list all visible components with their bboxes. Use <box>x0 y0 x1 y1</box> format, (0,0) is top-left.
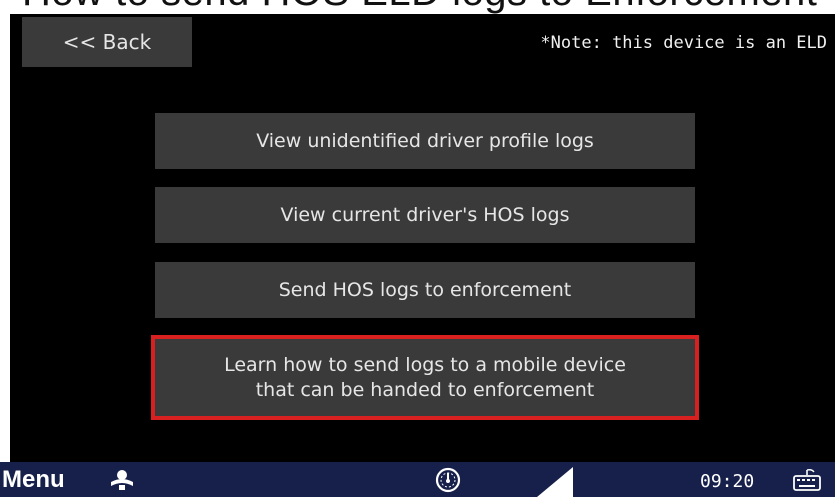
driver-status-icon[interactable] <box>108 466 136 493</box>
taskbar-menu-button[interactable]: Menu <box>2 462 65 497</box>
learn-mobile-device-button[interactable]: Learn how to send logs to a mobile devic… <box>151 335 699 420</box>
back-button[interactable]: << Back <box>22 17 192 67</box>
device-screen: << Back *Note: this device is an ELD Vie… <box>10 14 835 462</box>
clock: 09:20 <box>700 471 755 492</box>
learn-button-line-2: that can be handed to enforcement <box>255 378 595 401</box>
keyboard-icon[interactable] <box>790 466 824 493</box>
speedometer-icon[interactable] <box>433 466 463 493</box>
eld-note: *Note: this device is an ELD <box>540 33 827 53</box>
taskbar: Menu 09:20 <box>0 462 835 497</box>
caption-strip: How to send HOS ELD logs to Enforcement <box>0 0 835 14</box>
caption-text: How to send HOS ELD logs to Enforcement <box>22 0 817 14</box>
learn-button-line-1: Learn how to send logs to a mobile devic… <box>224 353 626 376</box>
signal-strength-icon <box>535 462 575 497</box>
send-logs-to-enforcement-button[interactable]: Send HOS logs to enforcement <box>155 262 695 318</box>
view-unidentified-logs-button[interactable]: View unidentified driver profile logs <box>155 113 695 169</box>
view-current-driver-logs-button[interactable]: View current driver's HOS logs <box>155 187 695 243</box>
